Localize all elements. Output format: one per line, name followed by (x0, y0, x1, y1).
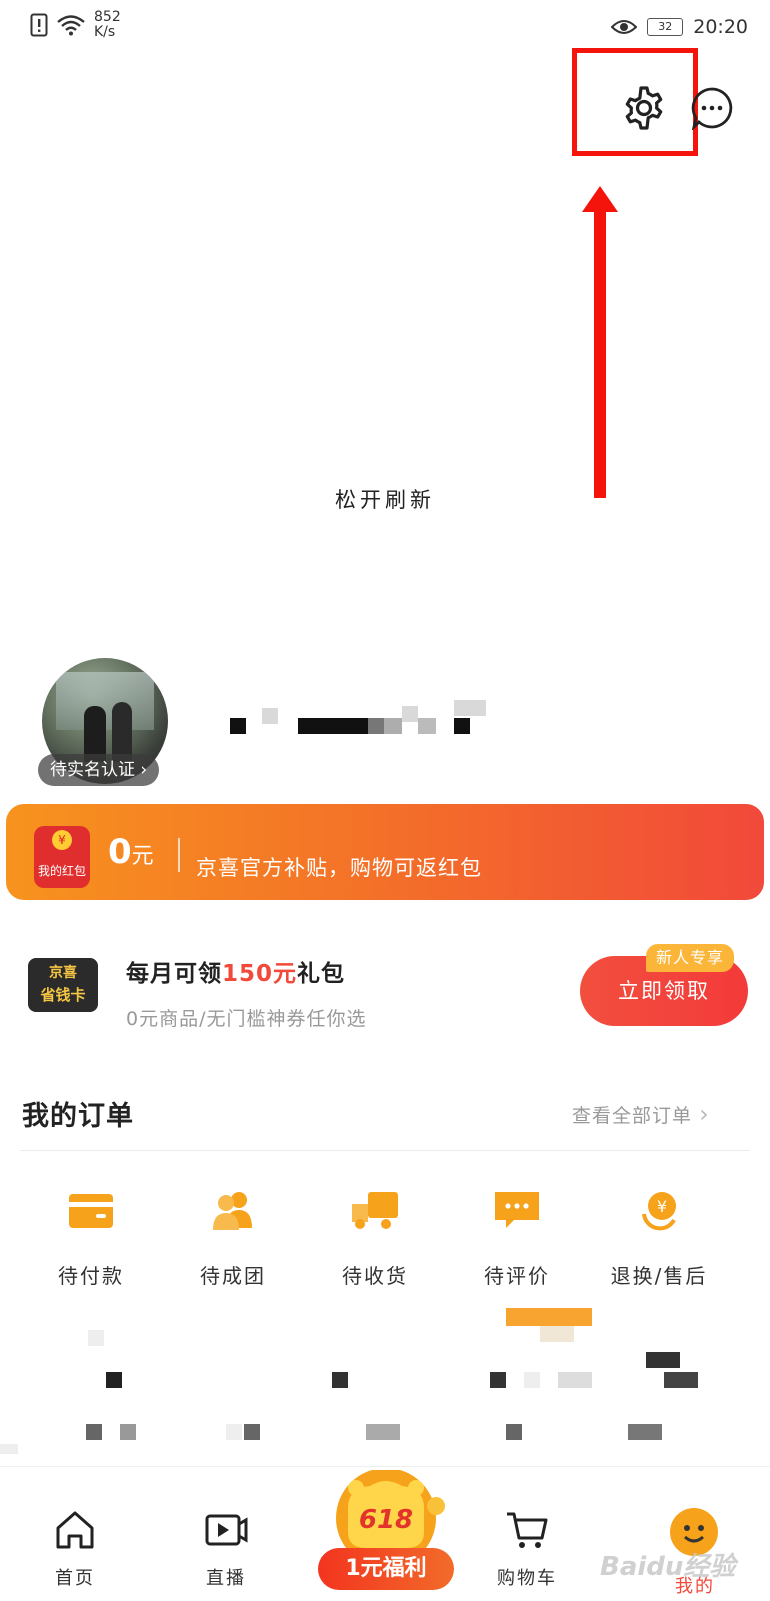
savings-subtitle: 0元商品/无门槛神券任你选 (126, 1008, 367, 1030)
order-item-pending-receipt[interactable]: 待收货 (310, 1180, 440, 1289)
verify-label: 待实名认证 (50, 760, 135, 780)
savings-icon-line2: 省钱卡 (40, 986, 86, 1004)
cart-icon (507, 1512, 548, 1548)
order-item-label: 待收货 (342, 1264, 408, 1288)
wifi-icon (57, 15, 85, 36)
message-icon[interactable] (690, 86, 734, 130)
chevron-right-icon: › (699, 1100, 710, 1128)
order-item-refund[interactable]: ¥ 退换/售后 (594, 1180, 724, 1289)
red-packet-value: 0 (108, 832, 132, 872)
order-item-label: 待评价 (484, 1264, 550, 1288)
red-packet-icon: ¥ 我的红包 (34, 826, 90, 888)
view-all-orders-link[interactable]: 查看全部订单 › (572, 1100, 710, 1128)
home-icon (56, 1511, 94, 1549)
network-speed-value: 852 (94, 9, 121, 25)
status-time: 20:20 (693, 16, 748, 38)
red-packet-amount: 0元 (108, 832, 154, 872)
red-packet-icon-label: 我的红包 (37, 864, 86, 878)
status-left: 852 K/s (30, 10, 121, 40)
tab-label: 直播 (206, 1568, 246, 1589)
savings-icon-line1: 京喜 (49, 965, 77, 981)
tab-label: 购物车 (497, 1568, 557, 1589)
blurred-content-row (0, 1308, 770, 1454)
order-item-label: 退换/售后 (610, 1264, 708, 1288)
tab-cart[interactable]: 购物车 (482, 1508, 572, 1590)
tab-live[interactable]: 直播 (181, 1508, 271, 1590)
savings-title-suffix: 礼包 (297, 961, 346, 987)
savings-card-icon: 京喜 省钱卡 (28, 958, 98, 1012)
divider (178, 838, 180, 872)
annotation-arrow-icon (582, 186, 618, 498)
savings-title-highlight: 150元 (222, 961, 298, 987)
sim-alert-icon (30, 13, 48, 37)
network-speed-unit: K/s (94, 24, 116, 40)
red-packet-coin: ¥ (52, 830, 72, 850)
order-item-label: 待付款 (58, 1264, 124, 1288)
group-icon (213, 1192, 252, 1230)
view-all-orders-label: 查看全部订单 (572, 1105, 693, 1127)
svg-text:¥: ¥ (657, 1197, 667, 1216)
chevron-right-icon: › (140, 760, 148, 780)
new-user-badge: 新人专享 (646, 944, 735, 972)
orders-title: 我的订单 (22, 1101, 134, 1132)
comment-icon (495, 1192, 539, 1228)
promo-badge[interactable]: 1元福利 (318, 1548, 454, 1590)
watermark: Baidu经验 (600, 1552, 736, 1582)
verify-identity-button[interactable]: 待实名认证 › (38, 754, 160, 786)
order-item-label: 待成团 (200, 1264, 266, 1288)
order-item-pending-group[interactable]: 待成团 (168, 1180, 298, 1289)
battery-indicator: 32 (647, 18, 684, 36)
tab-label: 首页 (55, 1568, 95, 1589)
refund-icon: ¥ (642, 1192, 676, 1231)
tab-home[interactable]: 首页 (30, 1508, 120, 1590)
red-packet-description: 京喜官方补贴，购物可返红包 (196, 856, 482, 880)
red-packet-unit: 元 (131, 844, 154, 869)
eye-icon (611, 20, 638, 34)
truck-icon (352, 1192, 398, 1229)
status-right: 32 20:20 (611, 16, 748, 38)
wallet-icon (69, 1194, 113, 1228)
promo-number: 618 (359, 1505, 413, 1535)
savings-title: 每月可领150元礼包 (126, 954, 345, 988)
live-icon (205, 1514, 248, 1546)
pull-to-refresh-text: 松开刷新 (335, 488, 435, 512)
settings-gear-icon[interactable] (620, 84, 668, 132)
order-item-pending-payment[interactable]: 待付款 (26, 1180, 156, 1289)
savings-title-prefix: 每月可领 (126, 961, 222, 987)
divider (20, 1150, 750, 1151)
order-item-pending-review[interactable]: 待评价 (452, 1180, 582, 1289)
